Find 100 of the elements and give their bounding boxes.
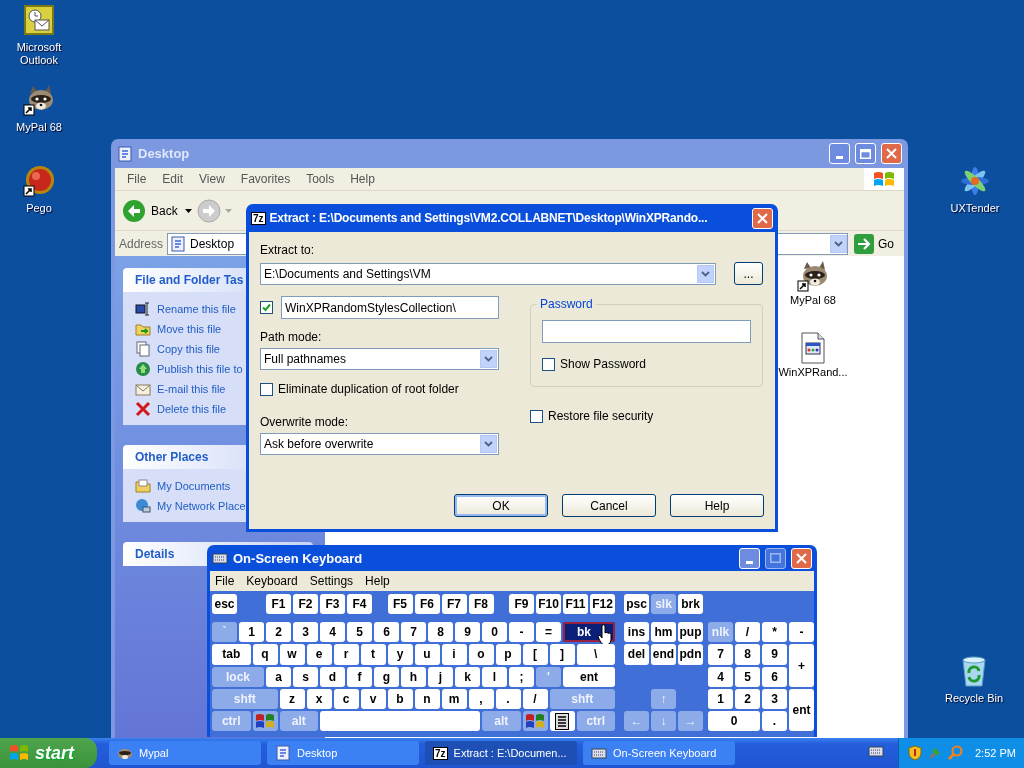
key[interactable]: 0: [708, 711, 760, 732]
menu-item[interactable]: Keyboard: [241, 574, 305, 588]
key[interactable]: ent: [563, 666, 615, 687]
key[interactable]: F8: [468, 594, 494, 614]
key[interactable]: r: [333, 644, 359, 665]
menu-item[interactable]: Edit: [154, 172, 192, 186]
key[interactable]: w: [279, 644, 305, 665]
icon-label[interactable]: MyPal 68: [16, 121, 62, 134]
key[interactable]: /: [522, 688, 548, 710]
task-link[interactable]: My Network Place: [157, 500, 246, 512]
key[interactable]: bk: [563, 622, 615, 643]
key[interactable]: f: [347, 666, 372, 687]
checkbox[interactable]: [530, 409, 543, 423]
key[interactable]: /: [735, 622, 760, 643]
key[interactable]: e: [306, 644, 332, 665]
key[interactable]: 4: [320, 622, 345, 643]
taskbar-button[interactable]: 7z Extract : E:\Documen...: [425, 741, 577, 765]
key[interactable]: b: [387, 688, 413, 710]
taskbar-button[interactable]: On-Screen Keyboard: [583, 741, 735, 765]
key[interactable]: F2: [293, 594, 318, 614]
ball-icon[interactable]: [23, 165, 55, 197]
checkbox-label[interactable]: Show Password: [560, 357, 647, 371]
key[interactable]: ent: [789, 688, 814, 732]
menu-item[interactable]: File: [210, 574, 242, 588]
key[interactable]: \: [576, 644, 615, 665]
menu-item[interactable]: Help: [342, 172, 383, 186]
space-key[interactable]: [320, 711, 480, 732]
key[interactable]: -: [789, 622, 814, 643]
clock-envelope-icon[interactable]: [23, 4, 55, 36]
key[interactable]: F7: [441, 594, 467, 614]
shield-icon[interactable]: [907, 745, 923, 761]
key[interactable]: F9: [509, 594, 534, 614]
key[interactable]: 3: [293, 622, 318, 643]
dropdown-field[interactable]: Ask before overwrite: [260, 433, 499, 455]
windows-key[interactable]: [522, 711, 548, 732]
task-link[interactable]: E-mail this file: [157, 383, 226, 395]
key[interactable]: .: [495, 688, 521, 710]
key[interactable]: .: [762, 711, 787, 732]
key[interactable]: F10: [536, 594, 561, 614]
menu-item[interactable]: Favorites: [232, 172, 299, 186]
key[interactable]: y: [387, 644, 413, 665]
dialog-button[interactable]: OK: [454, 494, 548, 517]
key[interactable]: z: [279, 688, 305, 710]
menu-item[interactable]: Tools: [298, 172, 343, 186]
key[interactable]: 6: [374, 622, 399, 643]
key[interactable]: i: [441, 644, 467, 665]
key[interactable]: 2: [735, 688, 760, 710]
key[interactable]: F6: [414, 594, 440, 614]
file-label[interactable]: MyPal 68: [790, 294, 836, 306]
key[interactable]: ]: [549, 644, 575, 665]
key[interactable]: a: [266, 666, 291, 687]
dialog-button[interactable]: Help: [670, 494, 764, 517]
dropdown-button[interactable]: [830, 234, 847, 253]
windows-key[interactable]: [252, 711, 278, 732]
key[interactable]: F1: [266, 594, 291, 614]
task-link[interactable]: My Documents: [157, 480, 231, 492]
task-link[interactable]: Rename this file: [157, 303, 236, 315]
key[interactable]: x: [306, 688, 332, 710]
key[interactable]: g: [374, 666, 399, 687]
key[interactable]: 7: [708, 644, 733, 665]
checkbox[interactable]: [260, 382, 273, 396]
taskbar-button[interactable]: Desktop: [267, 741, 419, 765]
key[interactable]: hm: [651, 622, 676, 643]
task-link[interactable]: Publish this file to: [157, 363, 243, 375]
key[interactable]: +: [789, 644, 814, 687]
key[interactable]: t: [360, 644, 386, 665]
key[interactable]: tab: [212, 644, 251, 665]
close-button[interactable]: [791, 547, 812, 569]
key[interactable]: *: [762, 622, 787, 643]
key[interactable]: k: [455, 666, 480, 687]
key[interactable]: o: [468, 644, 494, 665]
close-button[interactable]: [881, 143, 902, 164]
minimize-button[interactable]: [829, 143, 850, 164]
dialog-button[interactable]: Cancel: [562, 494, 656, 517]
checkbox-label[interactable]: Eliminate duplication of root folder: [278, 382, 459, 396]
key[interactable]: ,: [468, 688, 494, 710]
key[interactable]: 8: [735, 644, 760, 665]
task-link[interactable]: Copy this file: [157, 343, 220, 355]
key[interactable]: esc: [212, 594, 237, 614]
key[interactable]: 6: [762, 666, 787, 687]
password-field[interactable]: [542, 320, 751, 343]
key[interactable]: u: [414, 644, 440, 665]
back-button[interactable]: Back: [119, 196, 181, 225]
key[interactable]: 0: [482, 622, 507, 643]
key[interactable]: 9: [762, 644, 787, 665]
key[interactable]: j: [428, 666, 453, 687]
key[interactable]: 5: [735, 666, 760, 687]
key[interactable]: d: [320, 666, 345, 687]
key[interactable]: 7: [401, 622, 426, 643]
key[interactable]: 1: [708, 688, 733, 710]
key[interactable]: pdn: [678, 644, 703, 665]
key[interactable]: n: [414, 688, 440, 710]
key[interactable]: q: [252, 644, 278, 665]
checkbox-label[interactable]: Restore file security: [548, 409, 654, 423]
key[interactable]: ins: [624, 622, 649, 643]
dropdown-field[interactable]: E:\Documents and Settings\VM: [260, 262, 716, 285]
key[interactable]: 5: [347, 622, 372, 643]
icon-label[interactable]: Microsoft Outlook: [0, 41, 81, 67]
file-label[interactable]: WinXPRand...: [778, 366, 848, 378]
key[interactable]: end: [651, 644, 676, 665]
